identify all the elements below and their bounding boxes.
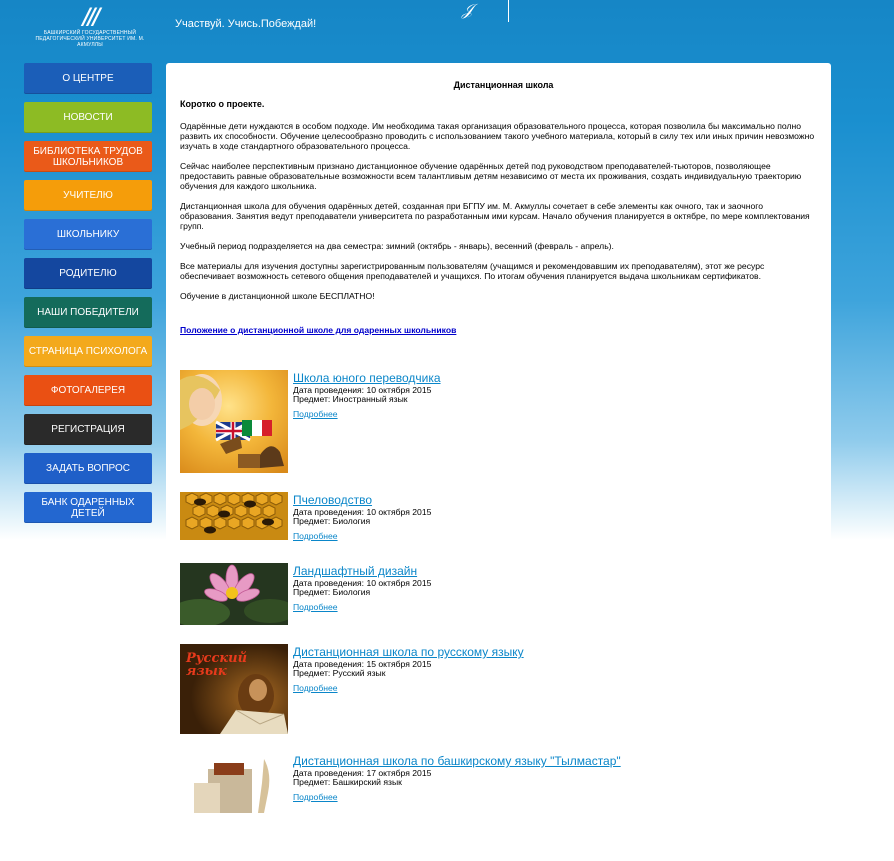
main-content: Дистанционная школа Коротко о проекте. О… xyxy=(166,63,831,861)
nav-gifted-children-bank[interactable]: БАНК ОДАРЕННЫХ ДЕТЕЙ xyxy=(24,492,152,523)
regulations-link[interactable]: Положение о дистанционной школе для одар… xyxy=(180,325,817,335)
intro-paragraph: Сейчас наиболее перспективным признано д… xyxy=(180,161,802,191)
course-thumbnail-russian[interactable]: Русский язык xyxy=(180,644,288,734)
course-item: Дистанционная школа по башкирскому языку… xyxy=(180,753,817,813)
nav-for-student[interactable]: ШКОЛЬНИКУ xyxy=(24,219,152,250)
nav-psychologist-page[interactable]: СТРАНИЦА ПСИХОЛОГА xyxy=(24,336,152,367)
course-more-link[interactable]: Подробнее xyxy=(293,531,338,542)
main-navigation: О ЦЕНТРЕ НОВОСТИ БИБЛИОТЕКА ТРУДОВ ШКОЛЬ… xyxy=(24,63,152,531)
course-thumbnail-translator[interactable] xyxy=(180,370,288,473)
decorative-divider xyxy=(508,0,509,22)
nav-our-winners[interactable]: НАШИ ПОБЕДИТЕЛИ xyxy=(24,297,152,328)
course-subject: Предмет: Биология xyxy=(293,516,371,526)
nav-about-center[interactable]: О ЦЕНТРЕ xyxy=(24,63,152,94)
course-more-link[interactable]: Подробнее xyxy=(293,683,338,694)
course-item: Школа юного переводчика Дата проведения:… xyxy=(180,370,817,473)
course-more-link[interactable]: Подробнее xyxy=(293,792,338,803)
decorative-swash: 𝒥 xyxy=(462,0,474,19)
intro-paragraph: Все материалы для изучения доступны заре… xyxy=(180,261,765,281)
intro-paragraph: Одарённые дети нуждаются в особом подход… xyxy=(180,121,815,151)
site-header: /// БАШКИРСКИЙ ГОСУДАРСТВЕННЫЙ ПЕДАГОГИЧ… xyxy=(0,0,894,60)
nav-student-works-library[interactable]: БИБЛИОТЕКА ТРУДОВ ШКОЛЬНИКОВ xyxy=(24,141,152,172)
course-item: Русский язык Дистанционная школа по русс… xyxy=(180,644,817,734)
nav-for-teacher[interactable]: УЧИТЕЛЮ xyxy=(24,180,152,211)
course-title-link[interactable]: Пчеловодство xyxy=(293,494,431,507)
course-title-link[interactable]: Дистанционная школа по башкирскому языку… xyxy=(293,755,621,768)
site-slogan: Участвуй. Учись.Побеждай! xyxy=(175,18,317,30)
thumbnail-caption: Русский язык xyxy=(186,651,248,679)
nav-for-parent[interactable]: РОДИТЕЛЮ xyxy=(24,258,152,289)
university-logo[interactable]: /// БАШКИРСКИЙ ГОСУДАРСТВЕННЫЙ ПЕДАГОГИЧ… xyxy=(30,4,150,60)
course-item: Ландшафтный дизайн Дата проведения: 10 о… xyxy=(180,563,817,625)
nav-news[interactable]: НОВОСТИ xyxy=(24,102,152,133)
logo-mark: /// xyxy=(82,4,100,30)
course-subject: Предмет: Русский язык xyxy=(293,668,386,678)
page-title: Дистанционная школа xyxy=(453,80,554,90)
course-thumbnail-bashkir[interactable] xyxy=(180,753,288,813)
free-notice: Обучение в дистанционной школе БЕСПЛАТНО… xyxy=(180,291,375,301)
course-more-link[interactable]: Подробнее xyxy=(293,602,338,613)
course-title-link[interactable]: Ландшафтный дизайн xyxy=(293,565,431,578)
intro-paragraph: Учебный период подразделяется на два сем… xyxy=(180,241,614,251)
course-subject: Предмет: Биология xyxy=(293,587,371,597)
course-thumbnail-landscape[interactable] xyxy=(180,563,288,625)
course-subject: Предмет: Иностранный язык xyxy=(293,394,408,404)
course-subject: Предмет: Башкирский язык xyxy=(293,777,402,787)
nav-photo-gallery[interactable]: ФОТОГАЛЕРЕЯ xyxy=(24,375,152,406)
intro-paragraph: Дистанционная школа для обучения одарённ… xyxy=(180,201,810,231)
course-item: Пчеловодство Дата проведения: 10 октября… xyxy=(180,492,817,544)
logo-text: БАШКИРСКИЙ ГОСУДАРСТВЕННЫЙ ПЕДАГОГИЧЕСКИ… xyxy=(35,30,145,48)
course-more-link[interactable]: Подробнее xyxy=(293,409,338,420)
nav-registration[interactable]: РЕГИСТРАЦИЯ xyxy=(24,414,152,445)
nav-ask-question[interactable]: ЗАДАТЬ ВОПРОС xyxy=(24,453,152,484)
project-lead: Коротко о проекте. xyxy=(180,99,265,109)
course-title-link[interactable]: Дистанционная школа по русскому языку xyxy=(293,646,524,659)
course-title-link[interactable]: Школа юного переводчика xyxy=(293,372,441,385)
course-thumbnail-beekeeping[interactable] xyxy=(180,492,288,540)
